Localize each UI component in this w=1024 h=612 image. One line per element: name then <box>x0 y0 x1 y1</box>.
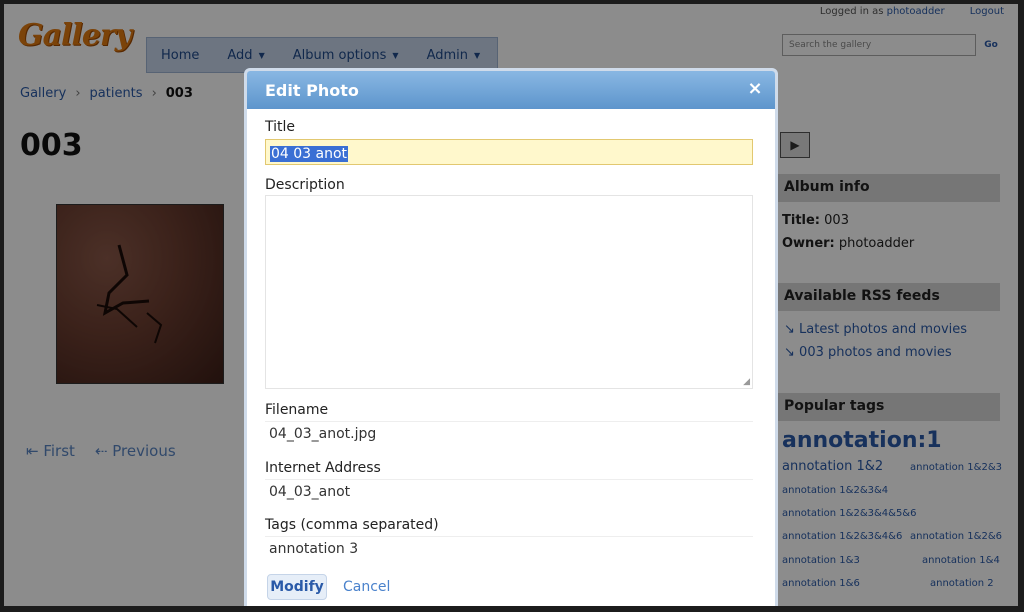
resize-grip-icon[interactable]: ◢ <box>743 377 750 387</box>
title-field-value: 04 03 anot <box>270 146 349 162</box>
description-textarea[interactable]: ◢ <box>265 195 753 389</box>
cancel-link[interactable]: Cancel <box>343 579 390 595</box>
tags-field[interactable]: annotation 3 <box>265 536 753 562</box>
filename-field-label: Filename <box>265 402 329 418</box>
internet-address-field-label: Internet Address <box>265 460 381 476</box>
tags-field-label: Tags (comma separated) <box>265 517 439 533</box>
description-field-label: Description <box>265 177 345 193</box>
filename-field[interactable]: 04_03_anot.jpg <box>265 421 753 447</box>
close-icon[interactable]: × <box>745 79 765 99</box>
dialog-title: Edit Photo <box>265 81 359 100</box>
title-field-label: Title <box>265 119 296 135</box>
internet-address-field[interactable]: 04_03_anot <box>265 479 753 505</box>
browser-viewport: Gallery Logged in as photoadder Logout S… <box>4 4 1018 606</box>
edit-photo-dialog: Edit Photo × Title 04 03 anot Descriptio… <box>244 68 778 606</box>
modify-button[interactable]: Modify <box>267 574 327 600</box>
title-field[interactable]: 04 03 anot <box>265 139 753 165</box>
dialog-header[interactable]: Edit Photo × <box>247 71 775 109</box>
